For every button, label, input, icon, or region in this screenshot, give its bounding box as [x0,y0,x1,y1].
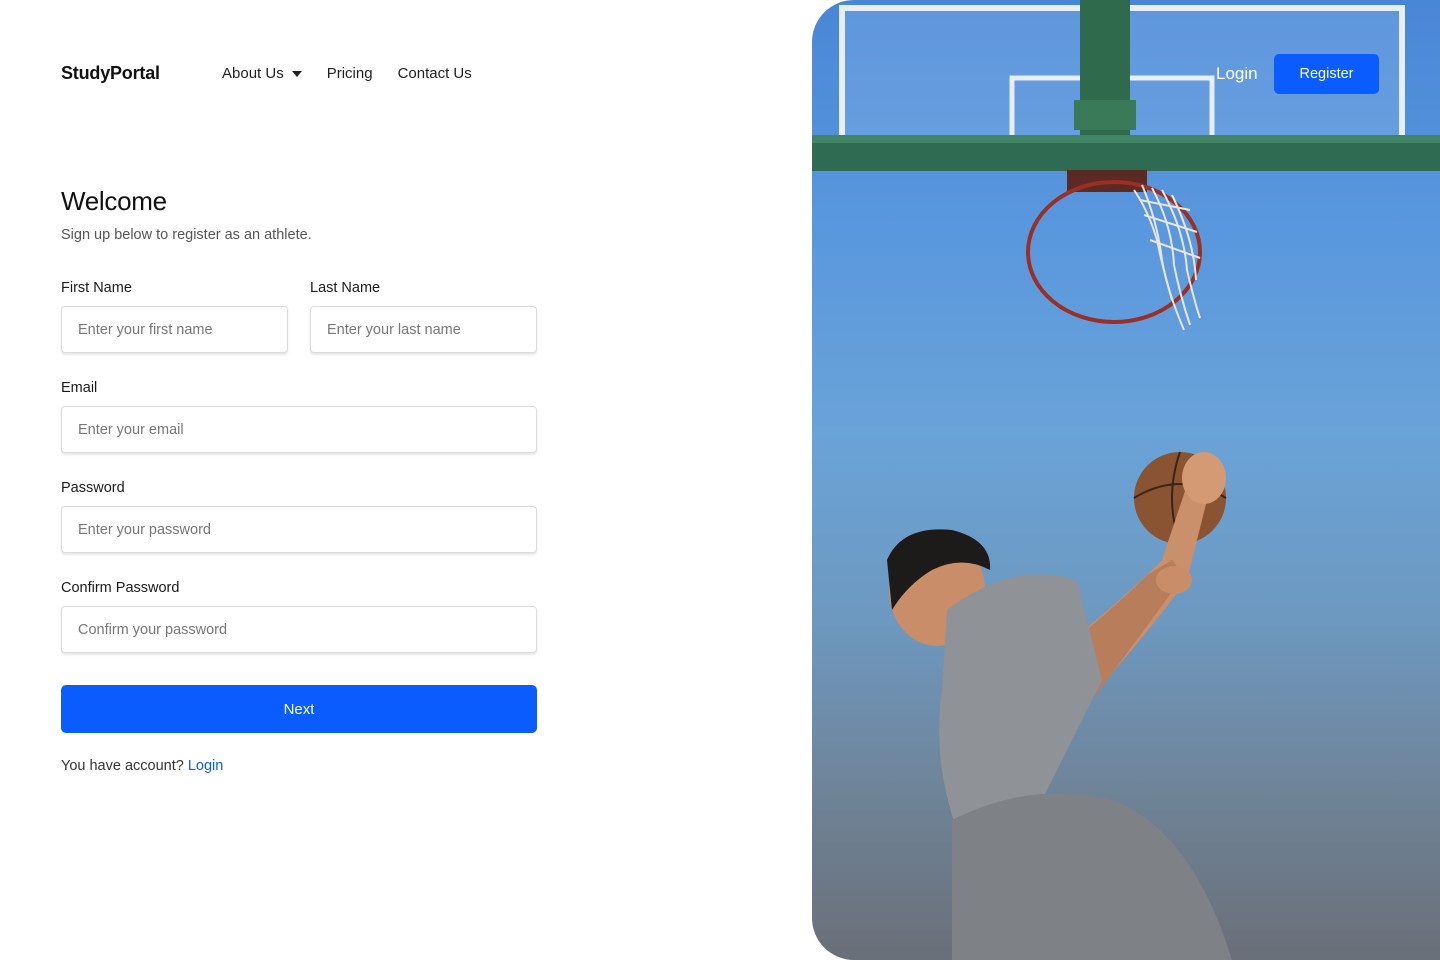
email-input[interactable] [61,406,537,453]
header-login-link[interactable]: Login [1216,64,1258,84]
pole-bracket [1074,100,1136,130]
nav-item-about[interactable]: About Us [222,65,302,82]
chevron-down-icon [291,70,302,77]
brand-logo[interactable]: StudyPortal [61,63,160,84]
player [887,452,1232,960]
email-label: Email [61,380,98,396]
page-subtitle: Sign up below to register as an athlete. [61,227,312,243]
last-name-input[interactable] [310,306,537,353]
main-nav: About Us Pricing Contact Us [222,65,472,82]
first-name-input[interactable] [61,306,288,353]
nav-about-label: About Us [222,65,284,82]
confirm-password-input[interactable] [61,606,537,653]
login-prompt: You have account? Login [61,758,223,774]
nav-item-contact[interactable]: Contact Us [398,65,472,82]
confirm-password-label: Confirm Password [61,580,180,596]
login-link[interactable]: Login [188,758,223,774]
login-prompt-text: You have account? [61,758,184,774]
next-button[interactable]: Next [61,685,537,733]
basketball-illustration [812,0,1440,960]
password-label: Password [61,480,125,496]
page-title: Welcome [61,186,167,216]
nav-item-pricing[interactable]: Pricing [327,65,373,82]
password-input[interactable] [61,506,537,553]
hero-image [812,0,1440,960]
register-button[interactable]: Register [1274,54,1379,94]
last-name-label: Last Name [310,280,381,296]
hoop-rim [1026,180,1202,324]
registration-page: StudyPortal About Us Pricing Contact Us … [0,0,1440,960]
first-name-label: First Name [61,280,132,296]
frame-beam-highlight [812,135,1440,143]
